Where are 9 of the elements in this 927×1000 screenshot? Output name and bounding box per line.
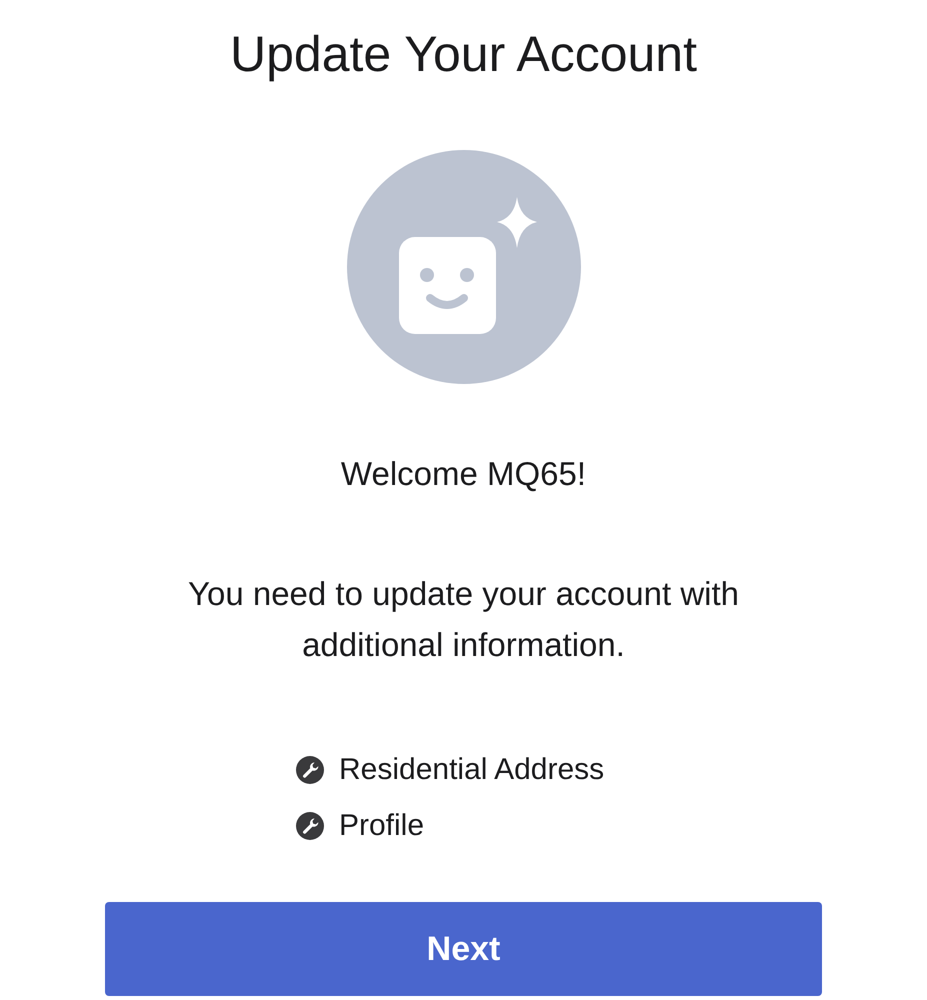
requirement-label: Profile xyxy=(339,808,424,844)
wrench-icon xyxy=(295,755,325,785)
wrench-icon xyxy=(295,811,325,841)
welcome-text: Welcome MQ65! xyxy=(340,454,586,494)
next-button[interactable]: Next xyxy=(105,902,822,996)
instruction-text: You need to update your account with additional information. xyxy=(186,574,740,665)
requirement-label: Residential Address xyxy=(339,752,604,788)
smiley-avatar-icon xyxy=(346,150,580,384)
page-title: Update Your Account xyxy=(230,25,698,84)
